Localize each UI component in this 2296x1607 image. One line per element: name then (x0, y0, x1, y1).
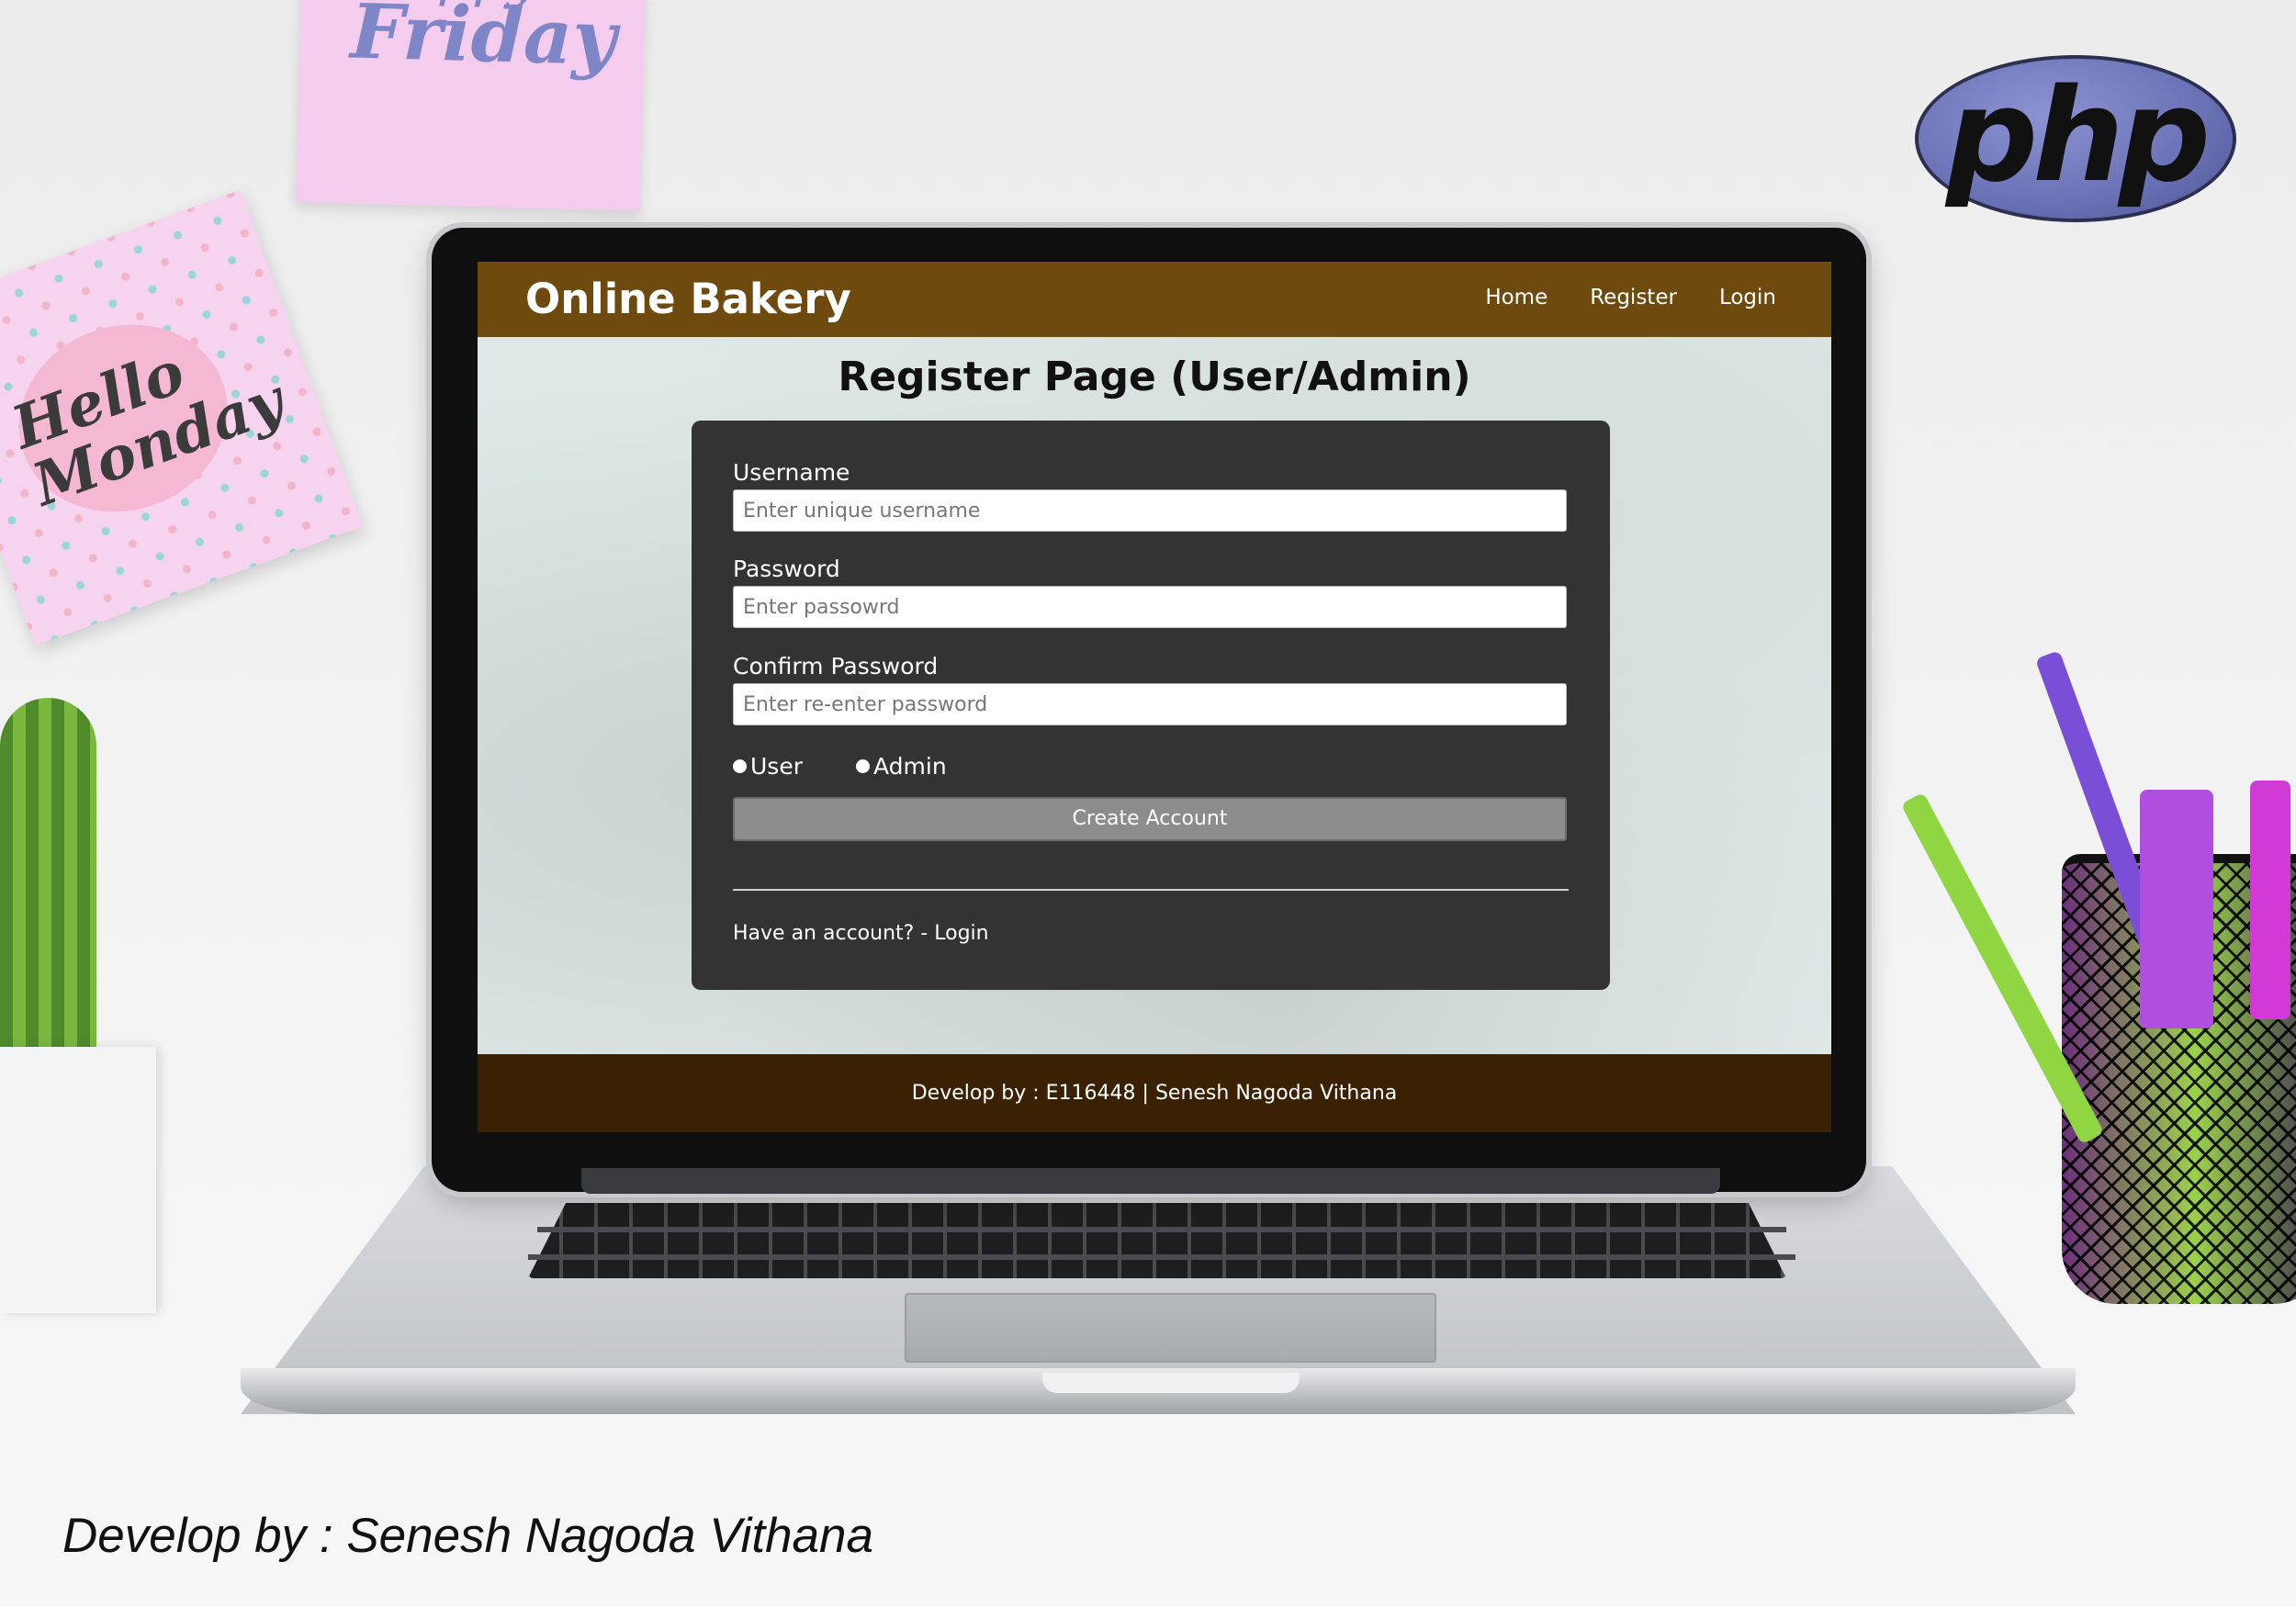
keyboard-row-gap (537, 1227, 1786, 1232)
sticky-note-friday-text: Friday (349, 0, 618, 84)
pen-holder (1900, 650, 2296, 1304)
nav-link-home[interactable]: Home (1485, 286, 1548, 309)
nav-links: Home Register Login (1485, 286, 1776, 309)
laptop-notch (1042, 1373, 1300, 1393)
role-radio-group: User Admin (733, 753, 947, 780)
footer: Develop by : E116448 | Senesh Nagoda Vit… (478, 1054, 1831, 1132)
page-title: Register Page (User/Admin) (838, 354, 1471, 400)
role-user-label: User (750, 753, 803, 780)
radio-circle-icon[interactable] (855, 759, 870, 773)
plant-pot (0, 1047, 156, 1313)
green-marker-icon (1900, 792, 2105, 1145)
sticky-note-friday: Happy Friday (295, 0, 647, 211)
credit-caption: Develop by : Senesh Nagoda Vithana (62, 1509, 873, 1563)
password-input[interactable] (733, 586, 1567, 628)
role-admin-radio[interactable]: Admin (855, 753, 947, 780)
confirm-password-input[interactable] (733, 683, 1567, 725)
register-form-card: Username Password Confirm Password User … (692, 421, 1610, 990)
divider (733, 889, 1569, 891)
cactus-plant (0, 698, 96, 1065)
radio-circle-icon[interactable] (733, 759, 747, 773)
password-label: Password (733, 556, 840, 582)
navbar: Online Bakery Home Register Login (478, 262, 1831, 337)
brand-logo[interactable]: Online Bakery (525, 275, 851, 323)
trackpad (905, 1293, 1436, 1363)
php-logo: php (1915, 55, 2236, 222)
login-link[interactable]: Have an account? - Login (733, 922, 989, 945)
footer-text: Develop by : E116448 | Senesh Nagoda Vit… (911, 1082, 1398, 1105)
sticky-note-monday: Hello Monday (0, 189, 364, 646)
username-label: Username (733, 459, 850, 486)
username-input[interactable] (733, 489, 1567, 532)
nav-link-login[interactable]: Login (1719, 286, 1776, 309)
create-account-button[interactable]: Create Account (733, 797, 1567, 841)
keyboard-row-gap (528, 1254, 1795, 1260)
php-logo-text: php (1945, 62, 2211, 211)
nav-link-register[interactable]: Register (1590, 286, 1677, 309)
browser-viewport: Online Bakery Home Register Login Regist… (478, 262, 1831, 1132)
keyboard (528, 1203, 1786, 1278)
magenta-marker-icon (2250, 781, 2290, 1019)
confirm-password-label: Confirm Password (733, 653, 939, 680)
laptop-hinge (581, 1168, 1720, 1194)
role-admin-label: Admin (872, 753, 947, 780)
sticky-note-monday-text: Hello Monday (3, 337, 293, 521)
role-user-radio[interactable]: User (733, 753, 803, 780)
violet-highlighter-icon (2140, 790, 2213, 1028)
